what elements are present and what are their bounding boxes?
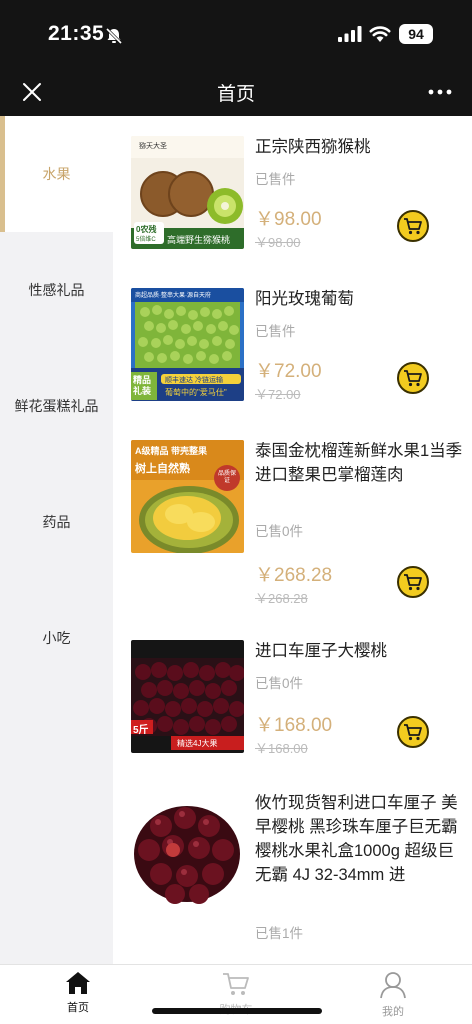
original-price: ￥98.00 [255, 235, 301, 250]
cherries-image-tag: 5斤 [133, 725, 149, 736]
durian-image-stamp: 品质保证 [218, 471, 237, 484]
cart-icon [404, 370, 422, 387]
sidebar-item-label: 水果 [42, 166, 71, 182]
product-image-kiwi[interactable]: 猕天大圣 0农残 5倍维C 高端野生猕猴桃 [131, 136, 244, 249]
sold-count: 已售1件 [255, 926, 304, 941]
product-image-chile-cherries[interactable] [131, 796, 244, 909]
sidebar-item-flowers-cakes[interactable]: 鲜花蛋糕礼品 [0, 348, 113, 464]
kiwi-image-banner: 高端野生猕猴桃 [167, 235, 231, 245]
original-price: ￥72.00 [255, 387, 301, 402]
original-price: ￥168.00 [255, 741, 308, 756]
product-list: 猕天大圣 0农残 5倍维C 高端野生猕猴桃 正宗陕西猕猴桃 已售件 ￥98.00… [113, 116, 472, 964]
sidebar-item-label: 性感礼品 [28, 282, 85, 298]
user-icon [380, 972, 406, 999]
product-card[interactable]: 5斤 精选4J大果 进口车厘子大樱桃 已售0件 ￥168.00 ￥168.00 [113, 620, 472, 772]
product-price: ￥72.00 [255, 361, 322, 382]
sold-count: 已售0件 [255, 676, 304, 691]
product-name[interactable]: 阳光玫瑰葡萄 [255, 287, 465, 311]
nav-bar: 首页 [0, 68, 472, 116]
status-time: 21:35 [48, 22, 105, 45]
durian-image-line2: 树上自然熟 [135, 463, 190, 475]
product-image-grapes[interactable]: 商超品质·整串大果·源自天府 精品礼装 顺丰速达 冷链运输 葡萄中的"爱马仕" [131, 288, 244, 401]
tab-label: 我的 [382, 1006, 404, 1018]
add-to-cart-button[interactable] [397, 566, 429, 598]
product-card[interactable]: 商超品质·整串大果·源自天府 精品礼装 顺丰速达 冷链运输 葡萄中的"爱马仕" … [113, 268, 472, 420]
product-card[interactable]: A级精品 带壳整果 树上自然熟 品质保证 泰国金枕榴莲新鲜水果1当季进口整果巴掌… [113, 420, 472, 620]
add-to-cart-button[interactable] [397, 210, 429, 242]
battery-indicator: 94 [399, 24, 433, 44]
more-options-icon[interactable] [426, 80, 454, 104]
tab-home[interactable]: 首页 [38, 971, 118, 1015]
product-card[interactable]: 猕天大圣 0农残 5倍维C 高端野生猕猴桃 正宗陕西猕猴桃 已售件 ￥98.00… [113, 116, 472, 268]
grapes-image-badge: 精品礼装 [133, 375, 152, 396]
grapes-image-line1: 顺丰速达 冷链运输 [165, 377, 223, 384]
home-icon [66, 972, 90, 994]
add-to-cart-button[interactable] [397, 716, 429, 748]
sidebar-item-label: 小吃 [42, 630, 71, 646]
sidebar-item-label: 药品 [42, 514, 71, 530]
product-name[interactable]: 攸竹现货智利进口车厘子 美早樱桃 黑珍珠车厘子巨无霸樱桃水果礼盒1000g 超级… [255, 791, 465, 887]
cellular-signal-icon [338, 26, 362, 42]
cart-icon [404, 574, 422, 591]
home-indicator [152, 1008, 322, 1014]
cart-icon [404, 724, 422, 741]
bell-muted-icon [105, 27, 123, 45]
sold-count: 已售0件 [255, 524, 304, 539]
sidebar-item-gifts[interactable]: 性感礼品 [0, 232, 113, 348]
sidebar-item-medicine[interactable]: 药品 [0, 464, 113, 580]
grapes-image-line2: 葡萄中的"爱马仕" [165, 388, 227, 397]
category-sidebar: 水果 性感礼品 鲜花蛋糕礼品 药品 小吃 [0, 116, 113, 964]
product-name[interactable]: 正宗陕西猕猴桃 [255, 135, 465, 159]
product-name[interactable]: 进口车厘子大樱桃 [255, 639, 465, 663]
tab-profile[interactable]: 我的 [353, 971, 433, 1019]
sidebar-item-snacks[interactable]: 小吃 [0, 580, 113, 696]
kiwi-image-brand: 猕天大圣 [139, 143, 167, 150]
sidebar-item-label: 鲜花蛋糕礼品 [14, 398, 99, 414]
original-price: ￥268.28 [255, 591, 308, 606]
tab-label: 首页 [67, 1002, 89, 1014]
bottom-tab-bar: 首页 购物车 我的 [0, 964, 472, 1024]
product-price: ￥268.28 [255, 565, 333, 586]
product-price: ￥168.00 [255, 715, 333, 736]
wifi-icon [369, 26, 391, 42]
sidebar-item-fruit[interactable]: 水果 [0, 116, 113, 232]
kiwi-image-tag2: 5倍维C [136, 237, 156, 243]
page-title: 首页 [216, 84, 255, 105]
product-image-cherries[interactable]: 5斤 精选4J大果 [131, 640, 244, 753]
sold-count: 已售件 [255, 324, 296, 339]
cherries-image-banner: 精选4J大果 [177, 739, 218, 748]
grapes-image-top: 商超品质·整串大果·源自天府 [135, 293, 211, 299]
product-image-durian[interactable]: A级精品 带壳整果 树上自然熟 品质保证 [131, 440, 244, 553]
product-card[interactable]: 攸竹现货智利进口车厘子 美早樱桃 黑珍珠车厘子巨无霸樱桃水果礼盒1000g 超级… [113, 772, 472, 964]
add-to-cart-button[interactable] [397, 362, 429, 394]
cart-icon [223, 973, 249, 995]
durian-image-line1: A级精品 带壳整果 [135, 446, 208, 456]
status-bar: 21:35 94 [0, 0, 472, 68]
product-price: ￥98.00 [255, 209, 322, 230]
cart-icon [404, 218, 422, 235]
sold-count: 已售件 [255, 172, 296, 187]
product-name[interactable]: 泰国金枕榴莲新鲜水果1当季进口整果巴掌榴莲肉 [255, 439, 465, 487]
